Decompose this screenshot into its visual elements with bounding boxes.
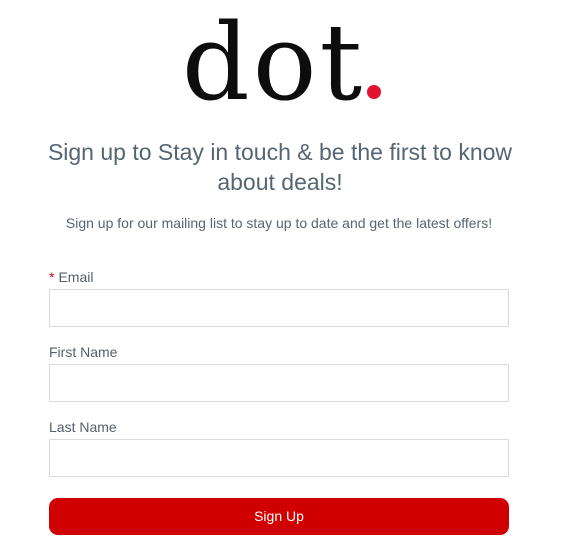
signup-subheadline: Sign up for our mailing list to stay up … xyxy=(65,215,493,231)
required-indicator: * xyxy=(49,269,55,285)
signup-headline: Sign up to Stay in touch & be the first … xyxy=(47,139,513,195)
last-name-label-text: Last Name xyxy=(49,419,117,435)
first-name-label-text: First Name xyxy=(49,344,118,360)
brand-logo: dot xyxy=(0,4,563,122)
first-name-label: First Name xyxy=(49,343,117,361)
email-field[interactable] xyxy=(49,289,509,327)
first-name-field[interactable] xyxy=(49,364,509,402)
email-label-text: Email xyxy=(58,269,94,285)
last-name-label: Last Name xyxy=(49,418,117,436)
sign-up-button[interactable]: Sign Up xyxy=(49,498,509,535)
last-name-field[interactable] xyxy=(49,439,509,477)
email-label: * Email xyxy=(49,268,93,286)
logo-red-dot xyxy=(367,85,382,99)
logo-wordmark: dot xyxy=(181,1,366,124)
